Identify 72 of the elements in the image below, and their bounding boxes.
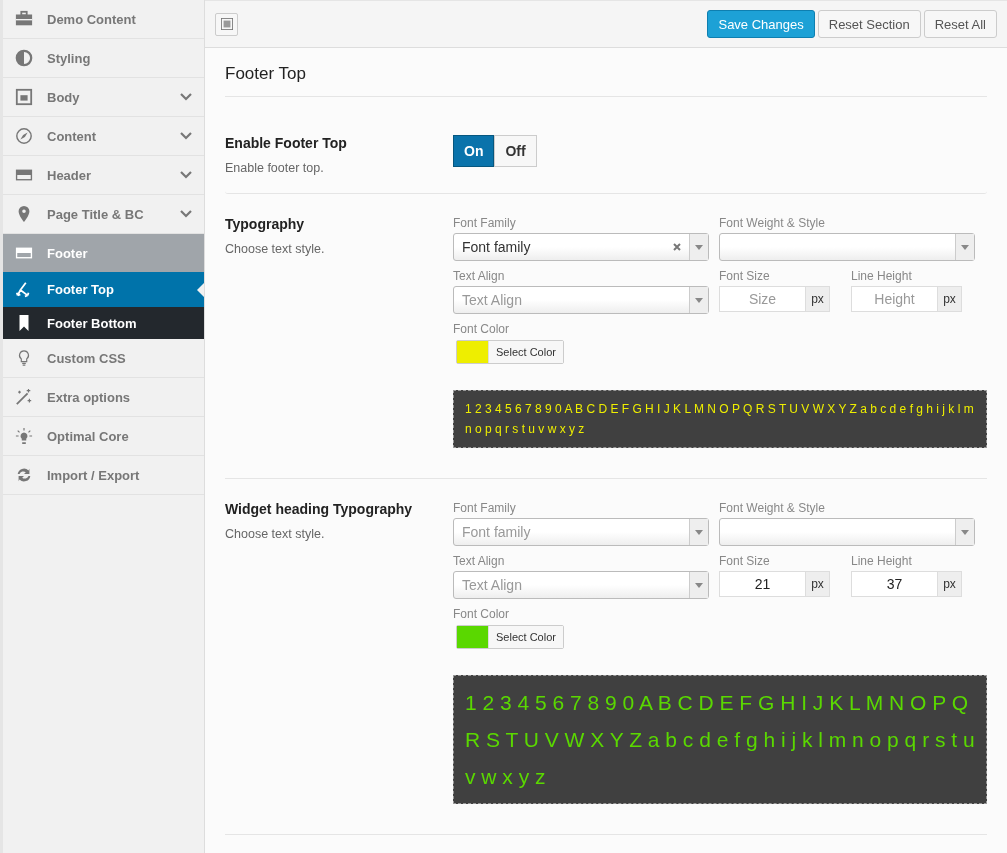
layout-toggle-button[interactable] [215, 12, 238, 36]
half-circle-icon [15, 49, 33, 67]
line-height-label: Line Height [851, 269, 913, 283]
sidebar-item[interactable]: Content [3, 117, 204, 156]
unit-label: px [937, 286, 962, 312]
sidebar-item[interactable]: Optimal Core [3, 417, 204, 456]
save-button[interactable]: Save Changes [707, 10, 815, 38]
unit-label: px [805, 571, 830, 597]
reset-button[interactable]: Reset Section [817, 10, 921, 38]
sidebar-item[interactable]: Footer [3, 234, 204, 272]
dropdown-arrow-icon [961, 244, 969, 250]
text-align-select[interactable]: Text Align [453, 571, 709, 599]
typography-preview: 1 2 3 4 5 6 7 8 9 0 A B C D E F G H I J K L M N O P Q R S T U V W X Y Z a b c d e f g h i j k l m n o p q r s t u v w x y z [453, 390, 987, 448]
font-size-label: Font Size [719, 269, 771, 283]
line-height-input[interactable]: 37 [851, 571, 937, 597]
sidebar-item[interactable]: Custom CSS [3, 339, 204, 378]
refresh-icon [15, 466, 33, 484]
sidebar-item[interactable]: Demo Content [3, 0, 204, 39]
bulb-rays-icon [15, 427, 33, 445]
select-color-button[interactable]: Select Color [488, 341, 563, 363]
text-align-select[interactable]: Text Align [453, 286, 709, 314]
font-family-label: Font Family [453, 216, 517, 230]
color-swatch[interactable] [457, 626, 488, 648]
frame-icon [15, 88, 33, 106]
sidebar-item[interactable]: Extra options [3, 378, 204, 417]
sidebar-item[interactable]: Header [3, 156, 204, 195]
select-color-button[interactable]: Select Color [488, 626, 563, 648]
font-family-label: Font Family [453, 501, 517, 515]
layout-icon [220, 18, 233, 30]
font-family-select[interactable]: Font family [453, 233, 709, 261]
dropdown-arrow-icon [695, 529, 703, 535]
dropdown-arrow-icon [695, 244, 703, 250]
font-weight-label: Font Weight & Style [719, 216, 826, 230]
field-label: Enable Footer Top [225, 135, 348, 151]
reset-button[interactable]: Reset All [923, 10, 997, 38]
unit-label: px [805, 286, 830, 312]
line-height-label: Line Height [851, 554, 913, 568]
clear-icon[interactable] [673, 243, 681, 251]
field-description: Choose text style. [225, 527, 326, 541]
line-height-input[interactable]: Height [851, 286, 937, 312]
magic-wand-icon [15, 388, 33, 406]
sidebar-item[interactable]: Styling [3, 39, 204, 78]
text-align-label: Text Align [453, 554, 506, 568]
font-size-input[interactable]: Size [719, 286, 805, 312]
font-size-label: Font Size [719, 554, 771, 568]
dropdown-arrow-icon [695, 582, 703, 588]
dropdown-arrow-icon [961, 529, 969, 535]
typography-preview: 1 2 3 4 5 6 7 8 9 0 A B C D E F G H I J K L M N O P Q R S T U V W X Y Z a b c d e f g h i j k l m n o p q r s t u v w x y z [453, 675, 987, 804]
font-weight-select[interactable] [719, 518, 975, 546]
section-title: Footer Top [225, 48, 987, 97]
switch-option[interactable]: On [453, 135, 495, 167]
font-weight-label: Font Weight & Style [719, 501, 826, 515]
briefcase-icon [15, 10, 33, 28]
switch-option[interactable]: Off [494, 135, 537, 167]
sidebar-subitem[interactable]: Footer Top [3, 272, 204, 307]
sidebar-item[interactable]: Body [3, 78, 204, 117]
compass-icon [15, 127, 33, 145]
sidebar-subitem[interactable]: Footer Bottom [3, 307, 204, 339]
font-weight-select[interactable] [719, 233, 975, 261]
font-family-select[interactable]: Font family [453, 518, 709, 546]
field-label: Typography [225, 216, 306, 232]
font-size-input[interactable]: 21 [719, 571, 805, 597]
font-color-label: Font Color [453, 607, 511, 621]
font-color-label: Font Color [453, 322, 511, 336]
dropdown-arrow-icon [695, 297, 703, 303]
text-align-label: Text Align [453, 269, 506, 283]
unit-label: px [937, 571, 962, 597]
sidebar-item[interactable]: Import / Export [3, 456, 204, 495]
field-description: Choose text style. [225, 242, 326, 256]
field-description: Enable footer top. [225, 161, 325, 175]
color-swatch[interactable] [457, 341, 488, 363]
field-label: Widget heading Typography [225, 501, 414, 517]
